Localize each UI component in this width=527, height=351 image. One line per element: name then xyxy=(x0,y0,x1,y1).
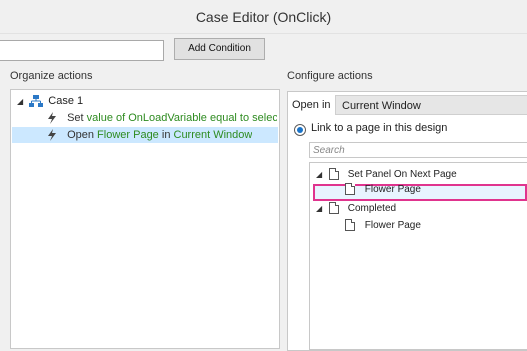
page-icon xyxy=(328,202,339,215)
tree-node-flower-page[interactable]: Flower Page xyxy=(345,218,421,234)
open-in-dropdown[interactable]: Current Window xyxy=(335,95,527,115)
expand-triangle-icon[interactable]: ◢ xyxy=(316,204,322,213)
add-condition-button[interactable]: Add Condition xyxy=(174,38,265,60)
page-icon xyxy=(345,183,355,196)
action-verb: Set xyxy=(67,112,84,124)
lightning-icon xyxy=(48,129,56,142)
window-title: Case Editor (OnClick) xyxy=(195,9,332,25)
organize-actions-pane: ◢ Case 1 Set value of OnLoadVariable equ… xyxy=(10,89,280,349)
open-in-label: Open in xyxy=(292,99,331,111)
configure-actions-pane: Open in Current Window Link to a page in… xyxy=(287,91,527,351)
tree-node-completed[interactable]: ◢ Completed xyxy=(316,201,396,217)
page-icon xyxy=(345,219,355,232)
tree-node-label: Set Panel On Next Page xyxy=(347,169,457,180)
case-label: Case 1 xyxy=(48,95,84,107)
tree-node-label: Completed xyxy=(347,203,397,214)
tree-node-set-panel[interactable]: ◢ Set Panel On Next Page xyxy=(316,167,457,183)
page-tree: ◢ Set Panel On Next Page Flower Page ◢ C… xyxy=(309,162,527,350)
condition-input[interactable] xyxy=(0,40,164,61)
action-target: Flower Page xyxy=(97,129,159,141)
case-row[interactable]: ◢ Case 1 xyxy=(17,93,83,109)
tree-node-label: Flower Page xyxy=(364,220,421,231)
action-open-row[interactable]: Open Flower Page in Current Window xyxy=(47,127,252,143)
expand-triangle-icon[interactable]: ◢ xyxy=(316,170,322,179)
lightning-icon xyxy=(48,112,56,125)
tree-node-flower-page[interactable]: Flower Page xyxy=(345,182,421,198)
link-to-page-label[interactable]: Link to a page in this design xyxy=(311,122,447,134)
action-set-row[interactable]: Set value of OnLoadVariable equal to sel… xyxy=(47,110,277,126)
action-verb: Open xyxy=(67,129,94,141)
configure-actions-heading: Configure actions xyxy=(287,70,373,82)
page-icon xyxy=(328,168,339,181)
action-detail: value of OnLoadVariable equal to selecte… xyxy=(86,112,277,124)
page-search-input[interactable]: Search xyxy=(309,142,527,158)
tree-node-label: Flower Page xyxy=(364,184,421,195)
organize-actions-heading: Organize actions xyxy=(10,70,93,82)
action-in-word: in xyxy=(161,129,171,141)
case-flowchart-icon xyxy=(29,95,44,108)
link-to-page-radio[interactable] xyxy=(294,124,306,136)
expand-triangle-icon[interactable]: ◢ xyxy=(17,97,23,106)
action-where: Current Window xyxy=(173,129,253,141)
